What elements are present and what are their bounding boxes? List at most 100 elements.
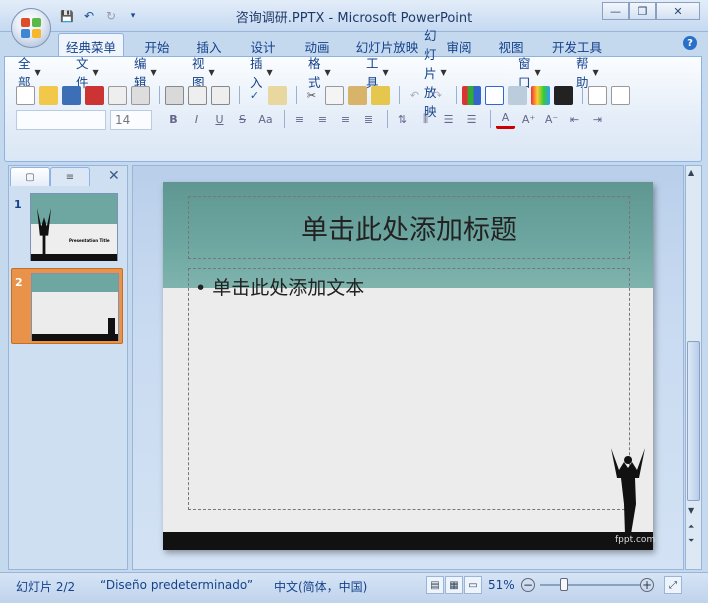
paste-icon[interactable] xyxy=(348,85,367,105)
cut-icon[interactable]: ✂ xyxy=(302,86,321,105)
hyperlink-icon[interactable] xyxy=(508,85,527,105)
zoom-level[interactable]: 51% xyxy=(488,578,515,592)
zoom-slider-thumb[interactable] xyxy=(560,578,568,591)
tab-slideshow[interactable]: 幻灯片放映 xyxy=(350,35,424,57)
new-slide-icon[interactable] xyxy=(588,85,607,105)
office-button[interactable] xyxy=(11,8,51,48)
save-icon[interactable] xyxy=(62,85,81,105)
grow-font-icon[interactable]: A⁺ xyxy=(519,110,538,129)
normal-view-icon[interactable]: ▤ xyxy=(426,576,444,594)
chevron-down-icon: ▼ xyxy=(34,67,41,77)
scroll-thumb[interactable] xyxy=(687,341,700,501)
pdf-icon[interactable] xyxy=(131,85,150,105)
slide-view-icon[interactable] xyxy=(211,85,230,105)
slide-indicator: 幻灯片 2/2 xyxy=(16,580,76,594)
text-direction-icon[interactable]: ⇅ xyxy=(393,110,412,129)
minimize-button[interactable]: — xyxy=(602,2,629,20)
print-preview-icon[interactable] xyxy=(188,85,207,105)
copy-icon[interactable] xyxy=(325,85,344,105)
table-icon[interactable] xyxy=(485,85,504,105)
slide-footer-band xyxy=(163,532,653,550)
close-button[interactable]: ✕ xyxy=(656,2,700,20)
tab-review[interactable]: 审阅 xyxy=(440,35,478,57)
help-icon[interactable]: ? xyxy=(683,36,697,50)
vertical-scrollbar[interactable]: ▲ ▼ ⏶ ⏷ xyxy=(685,165,702,570)
title-placeholder[interactable]: 单击此处添加标题 xyxy=(188,196,630,259)
menu-window[interactable]: 窗口 ▼ xyxy=(518,56,541,90)
undo-icon[interactable]: ↶ xyxy=(405,86,424,105)
slideshow-icon[interactable]: ▭ xyxy=(464,576,482,594)
email-icon[interactable] xyxy=(108,85,127,105)
language-indicator[interactable]: 中文(简体，中国) xyxy=(274,578,367,595)
tab-outline[interactable]: ≡ xyxy=(50,167,90,186)
shrink-font-icon[interactable]: A⁻ xyxy=(542,110,561,129)
chevron-down-icon: ▼ xyxy=(440,67,447,77)
strikethrough-icon[interactable]: S xyxy=(233,110,252,129)
numbering-icon[interactable]: ☰ xyxy=(439,110,458,129)
scroll-up-icon[interactable]: ▲ xyxy=(688,168,694,177)
fit-to-window-icon[interactable]: ⤢ xyxy=(664,576,682,594)
separator xyxy=(399,86,400,104)
office-logo-icon xyxy=(21,18,41,38)
print-icon[interactable] xyxy=(165,85,184,105)
columns-icon[interactable]: ⫼ xyxy=(416,110,435,129)
spelling-icon[interactable]: ✓ xyxy=(245,86,264,105)
separator xyxy=(490,110,491,128)
slide-number: 2 xyxy=(15,276,23,289)
slide-canvas[interactable]: 单击此处添加标题 • 单击此处添加文本 fppt.com xyxy=(163,182,655,550)
zoom-out-icon[interactable]: − xyxy=(521,578,535,592)
menu-all[interactable]: 全部 ▼ xyxy=(18,56,41,90)
menu-slideshow[interactable]: 幻灯片放映 ▼ xyxy=(424,28,447,119)
open-folder-icon[interactable] xyxy=(39,85,58,105)
font-size-combo[interactable]: 14 xyxy=(110,110,152,130)
permission-icon[interactable] xyxy=(85,85,104,105)
tab-classic-menu[interactable]: 经典菜单 xyxy=(58,33,124,58)
scroll-down-icon[interactable]: ▼ xyxy=(688,506,694,515)
chevron-down-icon: ▼ xyxy=(150,67,157,77)
menu-insert[interactable]: 插入 ▼ xyxy=(250,56,273,90)
redo-icon[interactable]: ↷ xyxy=(428,86,447,105)
thumbnail-2-selected[interactable]: 2 xyxy=(11,268,123,344)
align-center-icon[interactable]: ≡ xyxy=(313,110,332,129)
color-scheme-icon[interactable] xyxy=(531,85,550,105)
font-color-icon[interactable]: A xyxy=(496,110,515,129)
menu-edit[interactable]: 编辑 ▼ xyxy=(134,56,157,90)
bullets-icon[interactable]: ☰ xyxy=(462,110,481,129)
change-case-icon[interactable]: Aa xyxy=(256,110,275,129)
menu-view[interactable]: 视图 ▼ xyxy=(192,56,215,90)
italic-icon[interactable]: I xyxy=(187,110,206,129)
thumbnail-1[interactable]: 1 Presentation Title xyxy=(14,190,122,266)
underline-icon[interactable]: U xyxy=(210,110,229,129)
font-name-combo[interactable] xyxy=(16,110,106,130)
decrease-indent-icon[interactable]: ⇤ xyxy=(565,110,584,129)
new-file-icon[interactable] xyxy=(16,85,35,105)
align-left-icon[interactable]: ≡ xyxy=(290,110,309,129)
zoom-slider-track[interactable] xyxy=(540,584,640,586)
standard-toolbar: ✓ ✂ ↶ ↷ xyxy=(16,84,634,106)
menu-tools[interactable]: 工具 ▼ xyxy=(366,56,389,90)
previous-slide-icon[interactable]: ⏶ xyxy=(688,522,694,532)
restore-button[interactable]: ❐ xyxy=(629,2,656,20)
increase-indent-icon[interactable]: ⇥ xyxy=(588,110,607,129)
menu-file[interactable]: 文件 ▼ xyxy=(76,56,99,90)
justify-icon[interactable]: ≣ xyxy=(359,110,378,129)
next-slide-icon[interactable]: ⏷ xyxy=(688,536,694,546)
zoom-in-icon[interactable]: + xyxy=(640,578,654,592)
bold-icon[interactable]: B xyxy=(164,110,183,129)
body-placeholder[interactable]: • 单击此处添加文本 xyxy=(188,268,630,510)
thumb-title: Presentation Title xyxy=(69,238,110,243)
chart-icon[interactable] xyxy=(462,85,481,105)
tab-slides[interactable]: ▢ xyxy=(10,167,50,186)
slide-sorter-icon[interactable]: ▦ xyxy=(445,576,463,594)
silhouette-figure-icon xyxy=(609,444,647,534)
menu-help[interactable]: 帮助 ▼ xyxy=(576,56,599,90)
research-icon[interactable] xyxy=(268,85,287,105)
slide-number: 1 xyxy=(14,198,22,211)
align-right-icon[interactable]: ≡ xyxy=(336,110,355,129)
color-grayscale-icon[interactable] xyxy=(554,85,573,105)
close-icon[interactable]: ✕ xyxy=(108,168,120,184)
layout-icon[interactable] xyxy=(611,85,630,105)
menu-format[interactable]: 格式 ▼ xyxy=(308,56,331,90)
format-painter-icon[interactable] xyxy=(371,85,390,105)
ribbon-tabs: 经典菜单 开始 插入 设计 动画 幻灯片放映 审阅 视图 开发工具 xyxy=(0,32,708,58)
